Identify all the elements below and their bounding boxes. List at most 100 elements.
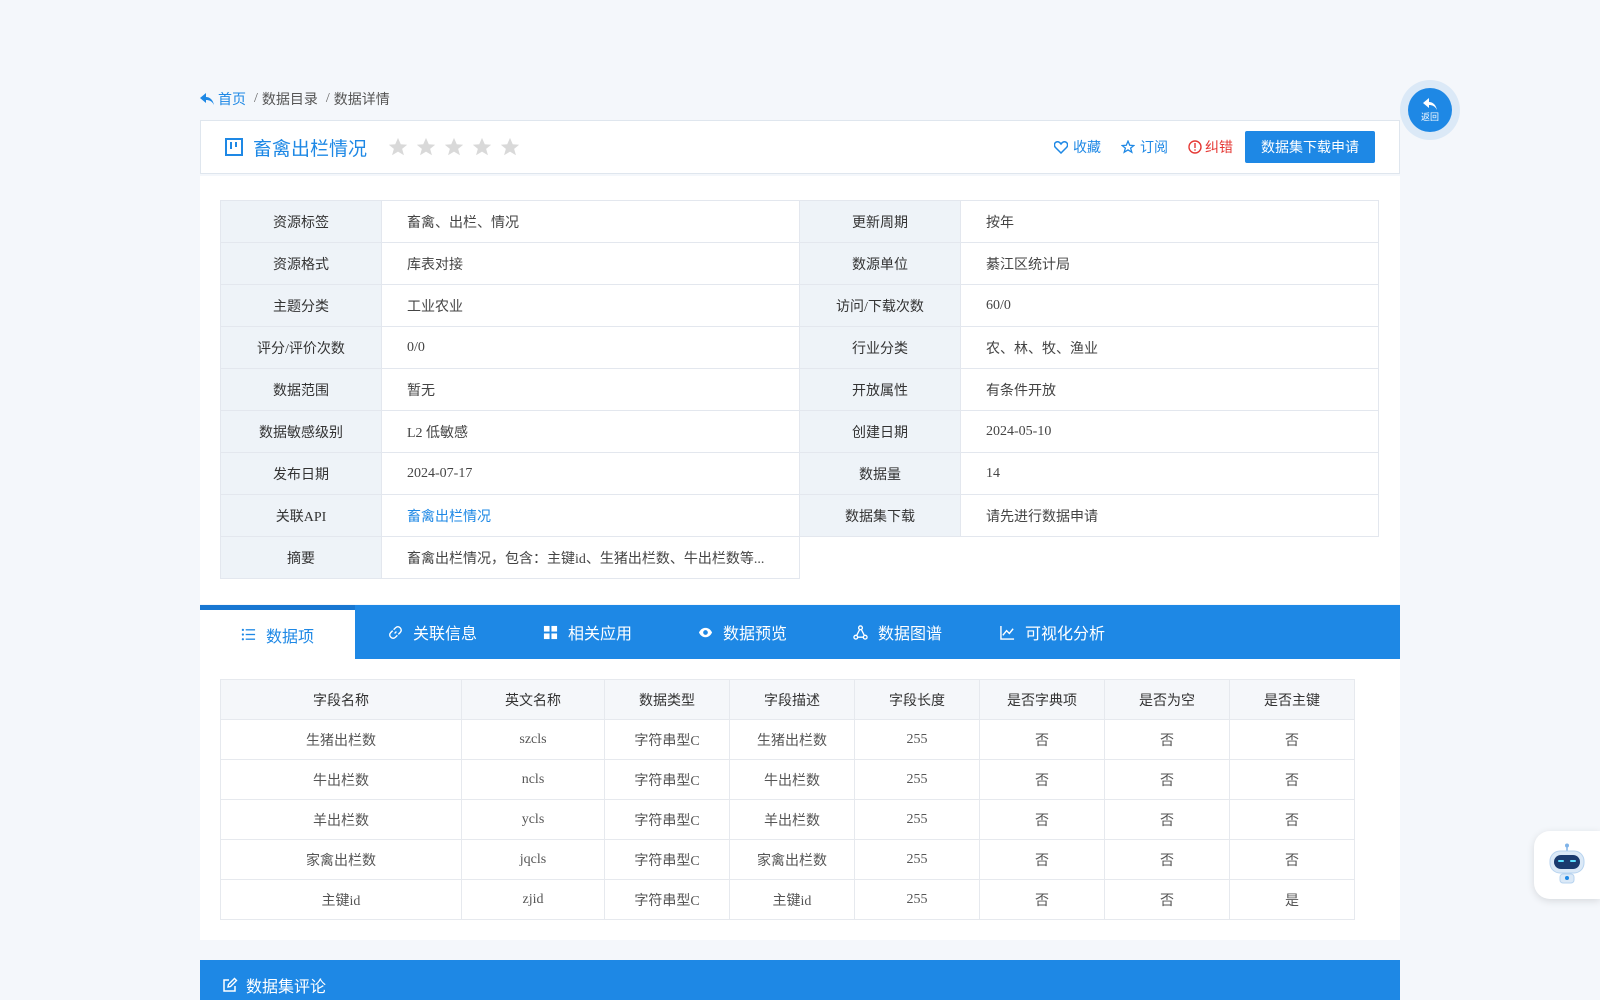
table-cell: 是 <box>1229 879 1355 920</box>
info-label: 行业分类 <box>799 326 961 369</box>
star-icon[interactable] <box>415 136 437 158</box>
column-header: 是否为空 <box>1104 679 1230 720</box>
info-label: 数据集下载 <box>799 494 961 537</box>
info-label: 开放属性 <box>799 368 961 411</box>
column-header: 字段描述 <box>729 679 855 720</box>
table-cell: 字符串型C <box>604 799 730 840</box>
info-value: 农、林、牧、渔业 <box>960 326 1379 369</box>
table-cell: 否 <box>1229 799 1355 840</box>
table-cell: 否 <box>979 799 1105 840</box>
star-icon[interactable] <box>499 136 521 158</box>
info-label: 资源格式 <box>220 242 382 285</box>
table-cell: 否 <box>979 719 1105 760</box>
info-label: 评分/评价次数 <box>220 326 382 369</box>
breadcrumb-separator: / <box>254 91 258 106</box>
table-cell: 255 <box>854 719 980 760</box>
info-row: 发布日期 2024-07-17 数据量 14 <box>220 452 1379 495</box>
tab-data-items[interactable]: 数据项 <box>200 605 355 659</box>
favorite-button[interactable]: 收藏 <box>1054 137 1101 157</box>
info-row: 主题分类 工业农业 访问/下载次数 60/0 <box>220 284 1379 327</box>
star-outline-icon <box>1121 140 1135 154</box>
star-icon[interactable] <box>443 136 465 158</box>
table-cell: 字符串型C <box>604 879 730 920</box>
star-icon[interactable] <box>471 136 493 158</box>
table-cell: jqcls <box>461 839 605 880</box>
table-cell: 否 <box>1104 839 1230 880</box>
tab-visual-analysis[interactable]: 可视化分析 <box>975 605 1130 659</box>
table-cell: 羊出栏数 <box>729 799 855 840</box>
heart-icon <box>1054 140 1068 154</box>
detail-tabs: 数据项 关联信息 相关应用 数据预览 数据图谱 可视化分析 <box>200 605 1400 659</box>
tab-label: 数据预览 <box>722 626 787 643</box>
info-value: 0/0 <box>381 326 800 369</box>
assistant-robot-button[interactable] <box>1534 831 1600 899</box>
table-cell: 牛出栏数 <box>220 759 462 800</box>
table-cell: 羊出栏数 <box>220 799 462 840</box>
breadcrumb-home[interactable]: 首页 <box>200 89 246 109</box>
info-value: 库表对接 <box>381 242 800 285</box>
info-row: 评分/评价次数 0/0 行业分类 农、林、牧、渔业 <box>220 326 1379 369</box>
table-row: 主键id zjid 字符串型C 主键id 255 否否是 <box>220 879 1355 920</box>
breadcrumb-separator: / <box>325 91 330 106</box>
grid-icon <box>543 625 558 639</box>
table-cell: 主键id <box>729 879 855 920</box>
related-api-link[interactable]: 畜禽出栏情况 <box>381 494 800 537</box>
star-icon[interactable] <box>387 136 409 158</box>
table-cell: 255 <box>854 799 980 840</box>
info-value: 暂无 <box>381 368 800 411</box>
tab-data-graph[interactable]: 数据图谱 <box>820 605 975 659</box>
list-icon <box>241 628 256 641</box>
info-row: 摘要 畜禽出栏情况，包含：主键id、生猪出栏数、牛出栏数等... <box>220 536 1379 579</box>
fields-table: 字段名称 英文名称 数据类型 字段描述 字段长度 是否字典项 是否为空 是否主键 生猪出栏数 s… <box>220 679 1355 920</box>
back-button[interactable]: 返回 <box>1400 80 1460 140</box>
graph-nodes-icon <box>853 624 868 640</box>
table-cell: 家禽出栏数 <box>220 839 462 880</box>
report-error-label: 纠错 <box>1205 141 1233 156</box>
table-cell: 255 <box>854 839 980 880</box>
dataset-icon <box>225 138 243 156</box>
rating-stars[interactable] <box>387 136 521 158</box>
info-value: 按年 <box>960 200 1379 243</box>
reply-arrow-icon <box>200 93 214 105</box>
tab-label: 数据图谱 <box>877 626 942 643</box>
info-value: 60/0 <box>960 284 1379 327</box>
table-cell: 牛出栏数 <box>729 759 855 800</box>
info-value: 请先进行数据申请 <box>960 494 1379 537</box>
tab-label: 可视化分析 <box>1024 626 1105 643</box>
report-error-button[interactable]: 纠错 <box>1188 137 1233 157</box>
info-row: 资源格式 库表对接 数源单位 綦江区统计局 <box>220 242 1379 285</box>
column-header: 是否主键 <box>1229 679 1355 720</box>
info-label: 发布日期 <box>220 452 382 495</box>
info-row: 数据敏感级别 L2 低敏感 创建日期 2024-05-10 <box>220 410 1379 453</box>
info-label: 数源单位 <box>799 242 961 285</box>
table-cell: zjid <box>461 879 605 920</box>
breadcrumb-detail: 数据详情 <box>333 93 390 108</box>
tab-related-info[interactable]: 关联信息 <box>355 605 510 659</box>
alert-circle-icon <box>1188 140 1202 154</box>
comments-title: 数据集评论 <box>246 979 327 996</box>
info-label: 资源标签 <box>220 200 382 243</box>
info-value: 2024-07-17 <box>381 452 800 495</box>
info-value: 工业农业 <box>381 284 800 327</box>
subscribe-label: 订阅 <box>1140 141 1168 156</box>
back-button-inner: 返回 <box>1408 88 1452 132</box>
table-cell: szcls <box>461 719 605 760</box>
tab-label: 相关应用 <box>567 626 632 643</box>
subscribe-button[interactable]: 订阅 <box>1121 137 1168 157</box>
info-row: 关联API 畜禽出栏情况 数据集下载 请先进行数据申请 <box>220 494 1379 537</box>
title-actions: 收藏 订阅 纠错 数据集下载申请 <box>1054 131 1375 163</box>
table-cell: ycls <box>461 799 605 840</box>
table-cell: 字符串型C <box>604 719 730 760</box>
info-label: 创建日期 <box>799 410 961 453</box>
download-apply-button[interactable]: 数据集下载申请 <box>1245 131 1375 163</box>
table-row: 家禽出栏数 jqcls 字符串型C 家禽出栏数 255 否否否 <box>220 839 1355 880</box>
favorite-label: 收藏 <box>1073 141 1101 156</box>
tab-data-preview[interactable]: 数据预览 <box>665 605 820 659</box>
comments-header: 数据集评论 <box>200 960 1400 1000</box>
column-header: 字段名称 <box>220 679 462 720</box>
page-title: 畜禽出栏情况 <box>253 138 368 160</box>
info-label: 数据量 <box>799 452 961 495</box>
robot-icon <box>1549 843 1585 884</box>
breadcrumb-catalog[interactable]: 数据目录 <box>262 89 318 109</box>
tab-related-apps[interactable]: 相关应用 <box>510 605 665 659</box>
